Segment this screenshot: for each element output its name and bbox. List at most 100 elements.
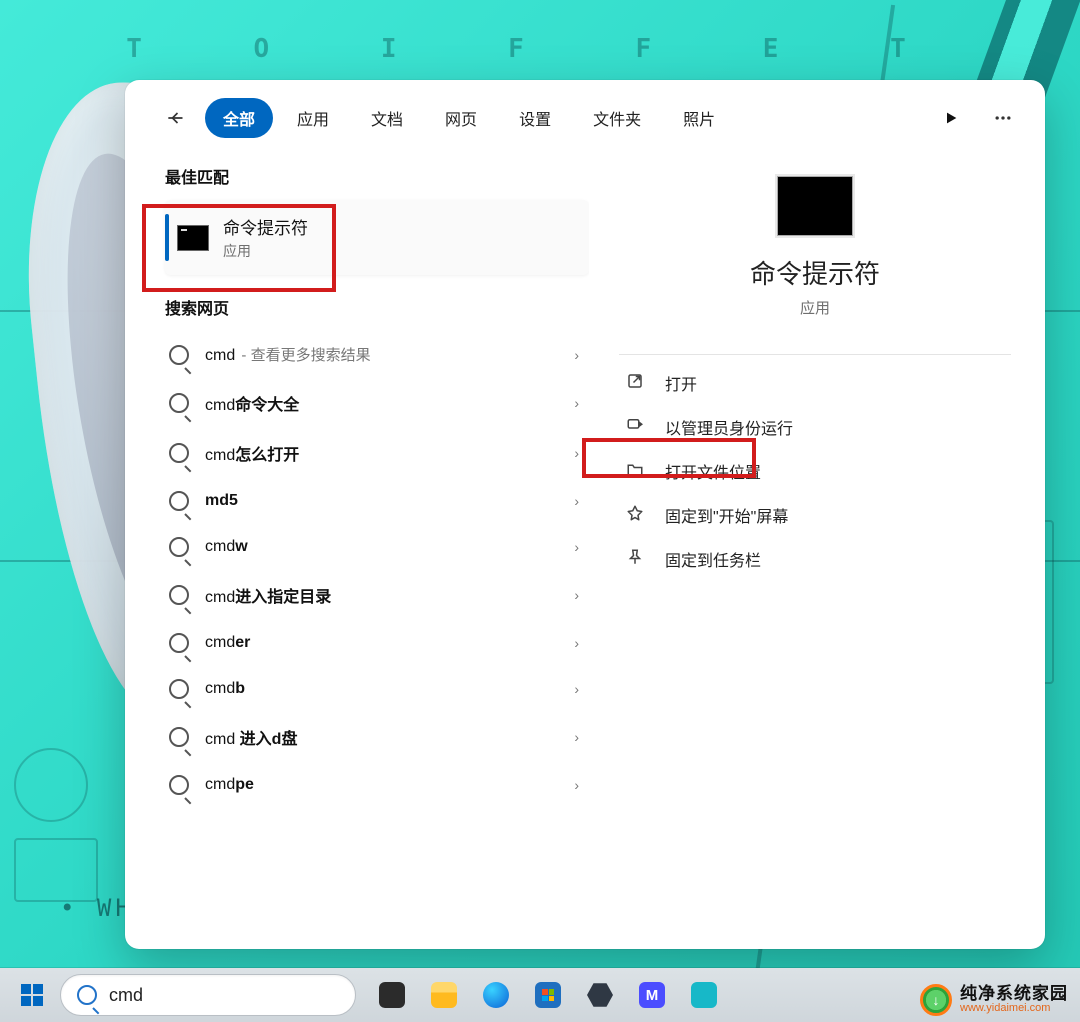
web-result-text: cmd进入指定目录	[205, 583, 331, 607]
search-icon	[169, 679, 189, 699]
edge-icon	[483, 982, 509, 1008]
tab-docs[interactable]: 文档	[353, 98, 421, 138]
search-web-header: 搜索网页	[165, 295, 589, 319]
details-title: 命令提示符	[750, 254, 880, 291]
web-result-item[interactable]: cmder›	[165, 620, 589, 666]
web-result-item[interactable]: cmd命令大全 ›	[165, 378, 589, 428]
web-result-item[interactable]: cmd 进入d盘 ›	[165, 712, 589, 762]
action-run-admin-label: 以管理员身份运行	[665, 415, 793, 439]
best-match-title: 命令提示符	[223, 214, 308, 239]
details-subtitle: 应用	[800, 297, 830, 318]
more-button[interactable]	[991, 106, 1015, 130]
action-pin-taskbar[interactable]: 固定到任务栏	[619, 539, 1011, 579]
action-open-location-label: 打开文件位置	[665, 459, 761, 483]
watermark-url: www.yidaimei.com	[960, 1003, 1068, 1015]
search-icon	[169, 537, 189, 557]
web-result-text: cmd 进入d盘	[205, 725, 297, 749]
chevron-right-icon: ›	[574, 347, 579, 363]
folder-icon	[625, 460, 645, 483]
search-header: 全部 应用 文档 网页 设置 文件夹 照片	[125, 80, 1045, 150]
taskbar-store[interactable]	[528, 975, 568, 1015]
taskbar-explorer[interactable]	[424, 975, 464, 1015]
hex-icon	[587, 982, 613, 1008]
web-result-text: cmdpe	[205, 776, 254, 794]
chevron-right-icon: ›	[574, 729, 579, 745]
chevron-right-icon: ›	[574, 777, 579, 793]
chevron-right-icon: ›	[574, 681, 579, 697]
action-open-location[interactable]: 打开文件位置	[619, 451, 1011, 491]
search-window: 全部 应用 文档 网页 设置 文件夹 照片 最佳匹配 命令提示符 应	[125, 80, 1045, 949]
taskbar-search[interactable]	[60, 974, 356, 1016]
web-result-item[interactable]: cmdw›	[165, 524, 589, 570]
web-result-item[interactable]: cmd怎么打开›	[165, 428, 589, 478]
tab-all[interactable]: 全部	[205, 98, 273, 138]
search-icon	[169, 633, 189, 653]
action-pin-start[interactable]: 固定到"开始"屏幕	[619, 495, 1011, 535]
search-icon	[169, 393, 189, 413]
web-result-text: cmd - 查看更多搜索结果	[205, 344, 371, 365]
chevron-right-icon: ›	[574, 493, 579, 509]
watermark: ↓ 纯净系统家园 www.yidaimei.com	[920, 984, 1068, 1016]
play-icon	[943, 110, 959, 126]
web-result-text: cmdw	[205, 538, 248, 556]
details-pane: 命令提示符 应用 打开 以管理员身份运行	[589, 150, 1045, 949]
shield-icon	[625, 416, 645, 439]
ellipsis-icon	[993, 108, 1013, 128]
search-icon	[169, 345, 189, 365]
taskbar-search-input[interactable]	[107, 984, 339, 1007]
taskbar-app-hex[interactable]	[580, 975, 620, 1015]
web-result-text: cmd命令大全	[205, 391, 299, 415]
windows-logo-icon	[21, 984, 43, 1006]
tab-settings[interactable]: 设置	[501, 98, 569, 138]
pin-taskbar-icon	[625, 548, 645, 571]
action-pin-start-label: 固定到"开始"屏幕	[665, 503, 788, 527]
tab-web[interactable]: 网页	[427, 98, 495, 138]
action-run-admin[interactable]: 以管理员身份运行	[619, 407, 1011, 447]
best-match-header: 最佳匹配	[165, 164, 589, 188]
chevron-right-icon: ›	[574, 445, 579, 461]
web-result-text: cmder	[205, 634, 250, 652]
search-icon	[169, 727, 189, 747]
best-match-item[interactable]: 命令提示符 应用	[165, 200, 589, 275]
results-pane: 最佳匹配 命令提示符 应用 搜索网页 cmd - 查看更多搜索结果›cmd命令大…	[125, 150, 589, 949]
chevron-right-icon: ›	[574, 395, 579, 411]
wallpaper-letters: T O I F F E T	[0, 34, 1080, 64]
web-result-item[interactable]: cmd - 查看更多搜索结果 ›	[165, 331, 589, 378]
search-icon	[169, 775, 189, 795]
tab-folders[interactable]: 文件夹	[575, 98, 659, 138]
best-match-subtitle: 应用	[223, 241, 308, 261]
taskbar: M	[0, 968, 1080, 1022]
action-open-label: 打开	[665, 371, 697, 395]
taskview-icon	[379, 982, 405, 1008]
web-results-list: cmd - 查看更多搜索结果›cmd命令大全›cmd怎么打开›md5›cmdw›…	[165, 331, 589, 808]
taskbar-taskview[interactable]	[372, 975, 412, 1015]
taskbar-app-teal[interactable]	[684, 975, 724, 1015]
cmd-icon	[177, 225, 209, 251]
web-result-item[interactable]: cmdpe ›	[165, 762, 589, 808]
web-result-item[interactable]: cmd进入指定目录›	[165, 570, 589, 620]
search-tabs: 全部 应用 文档 网页 设置 文件夹 照片	[205, 98, 929, 138]
action-open[interactable]: 打开	[619, 363, 1011, 403]
search-icon	[169, 443, 189, 463]
watermark-title: 纯净系统家园	[960, 985, 1068, 1003]
web-result-text: md5	[205, 492, 238, 510]
taskbar-app-m[interactable]: M	[632, 975, 672, 1015]
search-icon	[169, 585, 189, 605]
back-button[interactable]	[155, 98, 195, 138]
web-result-text: cmdb	[205, 680, 245, 698]
folder-icon	[431, 982, 457, 1008]
tab-photos[interactable]: 照片	[665, 98, 733, 138]
wallpaper-corner-text: • WH	[60, 894, 134, 922]
tab-apps[interactable]: 应用	[279, 98, 347, 138]
pin-icon	[625, 504, 645, 527]
separator	[619, 354, 1011, 355]
start-button[interactable]	[12, 975, 52, 1015]
teal-app-icon	[691, 982, 717, 1008]
app-preview-icon	[777, 176, 853, 236]
action-pin-taskbar-label: 固定到任务栏	[665, 547, 761, 571]
web-result-item[interactable]: md5 ›	[165, 478, 589, 524]
web-result-item[interactable]: cmdb ›	[165, 666, 589, 712]
taskbar-edge[interactable]	[476, 975, 516, 1015]
search-icon	[169, 491, 189, 511]
play-button[interactable]	[939, 106, 963, 130]
